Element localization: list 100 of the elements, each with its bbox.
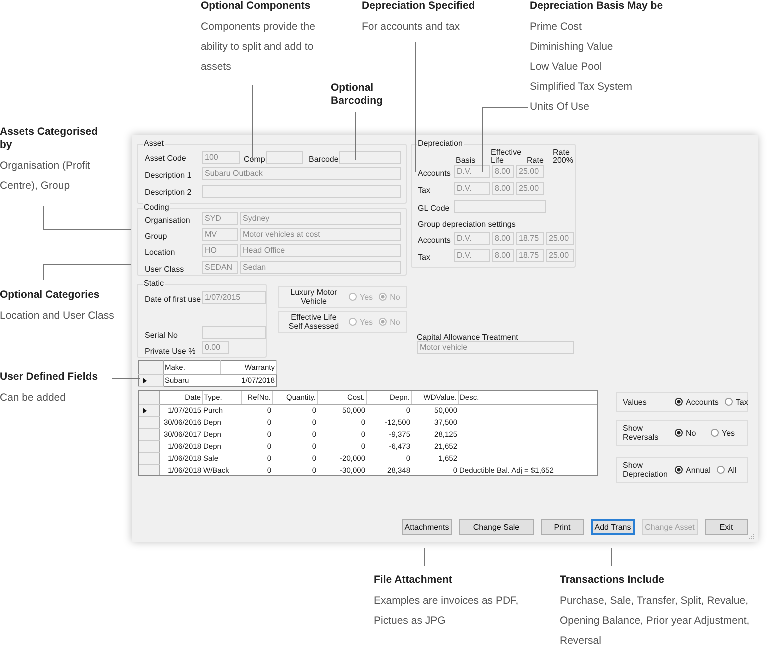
input-field[interactable]: 100 [202, 151, 240, 164]
field-label: GL Code [418, 204, 450, 213]
callout-text: Examples are invoices as PDF, Pictues as JPG [374, 594, 520, 629]
field-label: Date of first use [145, 295, 202, 304]
callout-text: Simplified Tax System [530, 80, 634, 95]
input-field[interactable] [266, 151, 303, 164]
column-heading: Effective Life [491, 149, 519, 165]
input-field[interactable]: HO [202, 244, 238, 257]
callout-text: Prime Cost [530, 20, 583, 35]
input-field[interactable]: SEDAN [202, 261, 238, 274]
field-label: Asset Code [145, 154, 186, 163]
callout-text: Low Value Pool [530, 60, 604, 75]
option-label: Effective Life Self Assessed [288, 313, 340, 331]
option-text: Tax [736, 398, 748, 406]
input-field[interactable]: Motor vehicle [417, 341, 574, 354]
field-label: Accounts [418, 169, 451, 178]
callout-title: Optional Components [201, 0, 312, 13]
option-label: Show Depreciation [623, 461, 669, 479]
option-label: Values [623, 398, 648, 406]
option-text: Yes [722, 428, 736, 438]
field-label: Capital Allowance Treatment [417, 333, 518, 342]
input-field[interactable] [202, 326, 266, 339]
callout-title: Depreciation Basis May be [530, 0, 664, 13]
callout-title: Assets Categorised by [0, 126, 100, 152]
row-pointer-icon [143, 408, 147, 414]
radio-button[interactable] [675, 466, 683, 474]
input-field[interactable]: D.V. [454, 232, 490, 245]
action-button[interactable]: Exit [705, 519, 748, 535]
callout-text: Components provide the ability to split and add to assets [201, 20, 316, 75]
input-field[interactable]: 8.00 [492, 182, 514, 195]
input-field[interactable]: 8.00 [492, 165, 514, 178]
input-field[interactable]: MV [202, 228, 238, 241]
field-label: Comp [244, 155, 266, 164]
input-field[interactable]: 18.75 [516, 249, 544, 262]
input-field[interactable]: 25.00 [546, 232, 574, 245]
option-text: No [390, 292, 400, 302]
option-text: Yes [360, 292, 374, 302]
option-text: All [728, 466, 737, 474]
input-field[interactable] [454, 200, 546, 213]
input-field[interactable]: 25.00 [516, 182, 544, 195]
field-label: Tax [418, 186, 430, 195]
radio-button[interactable] [724, 398, 733, 406]
input-field[interactable]: 8.00 [492, 249, 514, 262]
input-field[interactable]: SYD [202, 212, 238, 225]
callout-text: Diminishing Value [530, 40, 614, 55]
column-heading: Rate 200% [553, 149, 574, 165]
input-field[interactable]: Head Office [240, 244, 401, 257]
input-field[interactable] [202, 185, 401, 198]
option-text: Accounts [686, 398, 719, 406]
option-label: Luxury Motor Vehicle [290, 288, 338, 306]
group-title: Coding [143, 203, 170, 212]
action-button[interactable]: Print [541, 519, 584, 535]
group-title: Depreciation [417, 139, 464, 148]
field-label: Private Use % [145, 347, 196, 356]
group-title: Asset [143, 139, 166, 148]
action-button[interactable]: Add Trans [591, 519, 635, 535]
callout-title: File Attachment [374, 574, 454, 587]
radio-button[interactable] [716, 466, 725, 474]
field-label: Serial No [145, 331, 178, 340]
input-field[interactable]: 18.75 [516, 232, 544, 245]
field-label: Group [145, 232, 168, 241]
input-field[interactable]: 0.00 [202, 341, 229, 354]
input-field[interactable]: Sydney [240, 212, 401, 225]
radio-button[interactable] [675, 398, 683, 406]
option-text: Annual [686, 466, 711, 474]
option-label: Show Reversals [623, 424, 660, 442]
callout-title: Optional Barcoding [331, 82, 384, 108]
input-field[interactable]: 8.00 [492, 232, 514, 245]
action-button[interactable]: Change Sale [459, 519, 534, 535]
leader-line [424, 548, 426, 566]
section-label: Group depreciation settings [418, 220, 516, 229]
row-pointer-icon [143, 378, 147, 384]
input-field[interactable]: D.V. [454, 249, 490, 262]
field-label: Barcode [309, 155, 339, 164]
field-label: Accounts [418, 236, 451, 245]
callout-text: Units Of Use [530, 100, 591, 115]
option-text: Yes [360, 318, 374, 326]
leader-line [112, 378, 140, 380]
input-field[interactable]: Subaru Outback [202, 167, 401, 180]
action-button[interactable]: Attachments [402, 519, 452, 535]
input-field[interactable]: 25.00 [516, 165, 544, 178]
input-field[interactable]: 1/07/2015 [202, 291, 266, 304]
column-heading: Rate [527, 157, 544, 165]
callout-title: User Defined Fields [0, 371, 100, 384]
field-label: User Class [145, 265, 184, 274]
field-label: Description 2 [145, 188, 192, 197]
field-label: Description 1 [145, 171, 192, 180]
radio-button[interactable] [675, 429, 683, 437]
input-field[interactable]: Motor vehicles at cost [240, 228, 401, 241]
input-field[interactable]: D.V. [454, 165, 490, 178]
input-field[interactable]: 25.00 [546, 249, 574, 262]
input-field[interactable]: D.V. [454, 182, 490, 195]
callout-title: Transactions Include [560, 574, 666, 587]
callout-text: Location and User Class [0, 309, 116, 324]
callout-text: Can be added [0, 391, 67, 406]
input-field[interactable] [339, 151, 401, 164]
field-label: Organisation [145, 216, 190, 225]
group-title: Static [143, 279, 166, 288]
input-field[interactable]: Sedan [240, 261, 401, 274]
radio-button[interactable] [711, 429, 719, 437]
